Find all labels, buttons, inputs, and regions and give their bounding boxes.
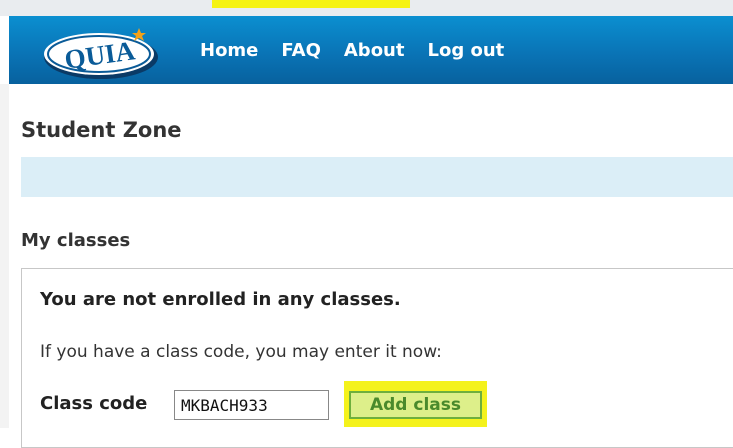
main-nav: Home FAQ About Log out [200, 16, 527, 84]
page-title: Student Zone [21, 118, 182, 142]
nav-faq-link[interactable]: FAQ [281, 40, 320, 61]
class-code-label: Class code [40, 393, 148, 414]
add-class-button[interactable]: Add class [349, 391, 482, 419]
info-bar [21, 157, 733, 197]
my-classes-panel: You are not enrolled in any classes. If … [21, 268, 733, 448]
nav-home-link[interactable]: Home [200, 40, 258, 61]
nav-about-link[interactable]: About [344, 40, 405, 61]
nav-logout-link[interactable]: Log out [427, 40, 504, 61]
quia-logo[interactable]: QUIA [41, 24, 163, 82]
class-code-instructions: If you have a class code, you may enter … [40, 342, 442, 362]
site-header: QUIA Home FAQ About Log out [9, 16, 733, 84]
class-code-input[interactable] [174, 390, 329, 420]
enrollment-status: You are not enrolled in any classes. [40, 289, 401, 310]
page-left-gutter [0, 84, 9, 428]
annotation-highlight [212, 0, 410, 8]
my-classes-heading: My classes [21, 230, 131, 251]
